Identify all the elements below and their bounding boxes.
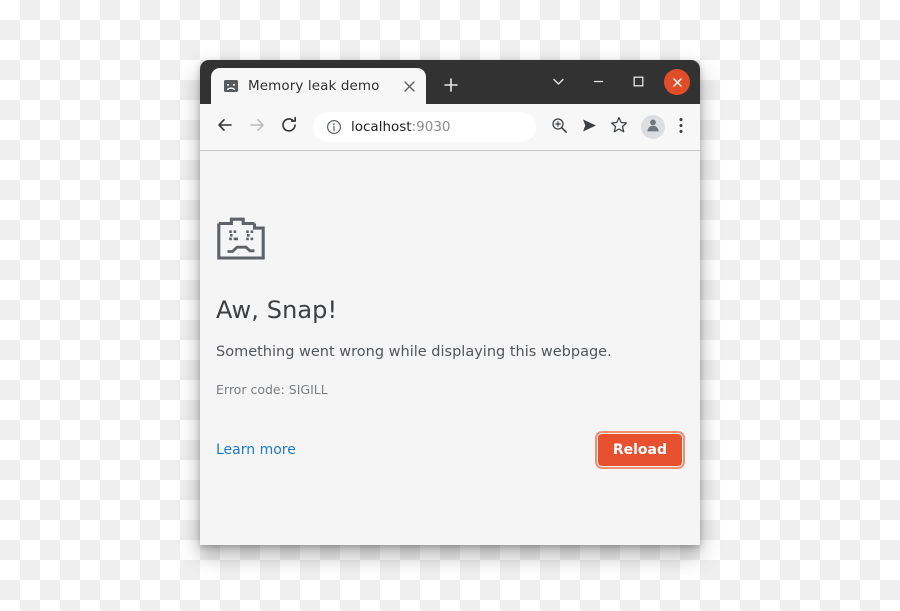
- minimize-icon: [592, 73, 605, 92]
- account-avatar-icon: [645, 117, 661, 137]
- reload-page-button[interactable]: Reload: [594, 431, 686, 469]
- three-dot-menu-icon: [679, 117, 683, 138]
- address-bar-url: localhost:9030: [351, 119, 451, 135]
- browser-toolbar: localhost:9030: [200, 104, 700, 151]
- new-tab-button[interactable]: [436, 71, 466, 101]
- forward-arrow-icon: [248, 116, 266, 138]
- bookmark-button[interactable]: [605, 113, 633, 141]
- address-bar[interactable]: localhost:9030: [313, 112, 536, 142]
- minimize-button[interactable]: [578, 62, 618, 102]
- sad-page-icon: [216, 213, 684, 264]
- browser-window: Memory leak demo localhost:9030 Aw, Snap…: [200, 60, 700, 545]
- info-circle-icon[interactable]: [325, 119, 342, 136]
- window-controls: [538, 60, 690, 104]
- plus-icon: [444, 77, 458, 96]
- sad-page-favicon-icon: [223, 78, 239, 94]
- learn-more-link[interactable]: Learn more: [216, 442, 296, 458]
- url-port: :9030: [411, 119, 451, 135]
- error-code: Error code: SIGILL: [216, 382, 328, 397]
- star-icon: [610, 116, 628, 138]
- browser-tab[interactable]: Memory leak demo: [211, 68, 426, 104]
- error-page: Aw, Snap! Something went wrong while dis…: [200, 151, 700, 545]
- send-icon: [581, 117, 598, 138]
- window-close-button[interactable]: [664, 69, 690, 95]
- forward-button[interactable]: [242, 112, 272, 142]
- tab-search-button[interactable]: [538, 62, 578, 102]
- error-page-content: Aw, Snap! Something went wrong while dis…: [216, 213, 686, 469]
- zoom-in-button[interactable]: [545, 113, 573, 141]
- page-title: Aw, Snap!: [216, 296, 338, 324]
- close-icon: [672, 73, 683, 92]
- browser-menu-button[interactable]: [670, 113, 692, 141]
- error-description: Something went wrong while displaying th…: [216, 344, 612, 360]
- reload-icon: [280, 116, 298, 138]
- maximize-icon: [632, 73, 645, 92]
- titlebar: Memory leak demo: [200, 60, 700, 104]
- profile-button[interactable]: [641, 115, 665, 139]
- back-arrow-icon: [216, 116, 234, 138]
- back-button[interactable]: [210, 112, 240, 142]
- tab-close-icon[interactable]: [398, 75, 420, 97]
- reload-button[interactable]: [274, 112, 304, 142]
- error-page-actions: Learn more Reload: [216, 431, 686, 469]
- zoom-in-icon: [551, 117, 568, 138]
- maximize-button[interactable]: [618, 62, 658, 102]
- share-button[interactable]: [575, 113, 603, 141]
- tab-title: Memory leak demo: [248, 78, 380, 94]
- url-host: localhost: [351, 119, 412, 135]
- chevron-down-icon: [552, 73, 565, 92]
